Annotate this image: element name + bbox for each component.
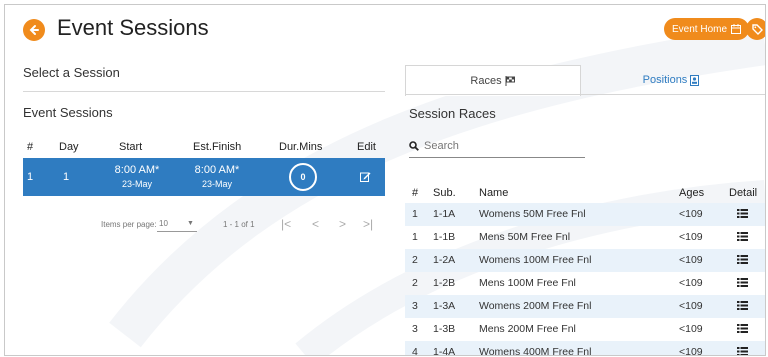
race-num: 3: [412, 323, 418, 335]
col-header-start: Start: [119, 141, 143, 153]
list-detail-icon[interactable]: [737, 347, 748, 356]
race-name: Womens 50M Free Fnl: [479, 208, 586, 220]
arrow-left-icon: [29, 25, 39, 35]
race-name: Womens 100M Free Fnl: [479, 254, 592, 266]
race-ages: <109: [679, 346, 703, 356]
tab-races[interactable]: Races: [405, 65, 581, 96]
page-range: 1 - 1 of 1: [223, 220, 255, 229]
race-num: 2: [412, 254, 418, 266]
event-home-label: Event Home: [672, 23, 728, 35]
col-header-ages: Ages: [679, 187, 705, 199]
tag-button[interactable]: [746, 18, 765, 40]
race-num: 3: [412, 300, 418, 312]
session-finish-time: 8:00 AM*: [194, 164, 240, 176]
race-ages: <109: [679, 254, 703, 266]
page-size-value: 10: [159, 219, 168, 228]
race-num: 2: [412, 277, 418, 289]
race-ages: <109: [679, 208, 703, 220]
race-ages: <109: [679, 231, 703, 243]
search-input[interactable]: Search: [409, 139, 585, 158]
race-ages: <109: [679, 277, 703, 289]
race-name: Mens 200M Free Fnl: [479, 323, 576, 335]
tab-bar: Races Positions: [405, 65, 765, 96]
session-start-time: 8:00 AM*: [114, 164, 160, 176]
race-row[interactable]: 2 1-2A Womens 100M Free Fnl <109: [405, 249, 765, 272]
session-start-date: 23-May: [121, 179, 152, 189]
race-name: Womens 200M Free Fnl: [479, 300, 592, 312]
race-sub: 1-4A: [433, 346, 456, 356]
col-header-num: #: [27, 141, 34, 153]
session-races-title: Session Races: [409, 106, 496, 121]
list-detail-icon[interactable]: [737, 301, 748, 310]
last-page-icon[interactable]: >|: [363, 217, 373, 231]
race-row[interactable]: 3 1-3A Womens 200M Free Fnl <109: [405, 295, 765, 318]
col-header-day: Day: [59, 141, 79, 153]
duration-value: 0: [300, 172, 306, 182]
tab-races-label: Races: [470, 75, 502, 87]
edit-icon[interactable]: [360, 171, 371, 182]
event-home-button[interactable]: Event Home: [664, 18, 750, 40]
col-header-est-finish: Est.Finish: [193, 141, 242, 153]
prev-page-icon[interactable]: <: [312, 217, 319, 231]
list-detail-icon[interactable]: [737, 278, 748, 287]
race-row[interactable]: 4 1-4A Womens 400M Free Fnl <109: [405, 341, 765, 356]
session-num: 1: [27, 171, 34, 183]
items-per-page-label: Items per page:: [101, 220, 157, 229]
event-sessions-title: Event Sessions: [23, 105, 113, 120]
race-row[interactable]: 2 1-2B Mens 100M Free Fnl <109: [405, 272, 765, 295]
race-row[interactable]: 1 1-1B Mens 50M Free Fnl <109: [405, 226, 765, 249]
race-sub: 1-2A: [433, 254, 456, 266]
col-header-edit: Edit: [357, 141, 376, 153]
session-finish-date: 23-May: [201, 179, 232, 189]
race-num: 4: [412, 346, 418, 356]
first-page-icon[interactable]: |<: [281, 217, 291, 231]
race-sub: 1-3A: [433, 300, 456, 312]
col-header-race-num: #: [412, 187, 419, 199]
race-name: Mens 50M Free Fnl: [479, 231, 571, 243]
race-name: Mens 100M Free Fnl: [479, 277, 576, 289]
tab-underline: [405, 94, 765, 95]
list-detail-icon[interactable]: [737, 255, 748, 264]
list-detail-icon[interactable]: [737, 209, 748, 218]
col-header-detail: Detail: [729, 187, 758, 199]
tab-positions-label: Positions: [642, 74, 688, 86]
paginator: Items per page: 10 ▼ 1 - 1 of 1 |< < > >…: [23, 217, 385, 237]
race-row[interactable]: 3 1-3B Mens 200M Free Fnl <109: [405, 318, 765, 341]
badge-icon: [690, 74, 700, 86]
list-detail-icon[interactable]: [737, 324, 748, 333]
search-icon: [409, 141, 419, 151]
race-ages: <109: [679, 300, 703, 312]
race-sub: 1-1B: [433, 231, 456, 243]
race-ages: <109: [679, 323, 703, 335]
race-sub: 1-1A: [433, 208, 456, 220]
race-num: 1: [412, 231, 418, 243]
page-title: Event Sessions: [57, 15, 209, 40]
tag-icon: [751, 23, 763, 35]
race-num: 1: [412, 208, 418, 220]
race-row[interactable]: 1 1-1A Womens 50M Free Fnl <109: [405, 203, 765, 226]
col-header-name: Name: [479, 187, 509, 199]
duration-indicator: 0: [289, 163, 317, 191]
race-name: Womens 400M Free Fnl: [479, 346, 592, 356]
race-sub: 1-3B: [433, 323, 456, 335]
session-day: 1: [63, 171, 70, 183]
flag-icon: [505, 76, 515, 86]
list-detail-icon[interactable]: [737, 232, 748, 241]
col-header-sub: Sub.: [433, 187, 456, 199]
page-header: Event Sessions Event Home: [5, 5, 765, 53]
back-button[interactable]: [23, 19, 45, 41]
divider: [23, 91, 385, 92]
search-placeholder: Search: [424, 140, 459, 152]
calendar-icon: [731, 24, 742, 34]
col-header-dur: Dur.Mins: [279, 141, 323, 153]
caret-down-icon: ▼: [187, 220, 194, 227]
select-session-title: Select a Session: [23, 65, 120, 80]
next-page-icon[interactable]: >: [339, 217, 346, 231]
tab-positions[interactable]: Positions: [581, 65, 761, 95]
page-size-select[interactable]: 10 ▼: [157, 217, 197, 232]
race-sub: 1-2B: [433, 277, 456, 289]
session-row[interactable]: 1 1 8:00 AM* 23-May 8:00 AM* 23-May 0: [23, 158, 385, 196]
app-frame: Event Sessions Event Home Select a Sessi…: [4, 4, 766, 356]
